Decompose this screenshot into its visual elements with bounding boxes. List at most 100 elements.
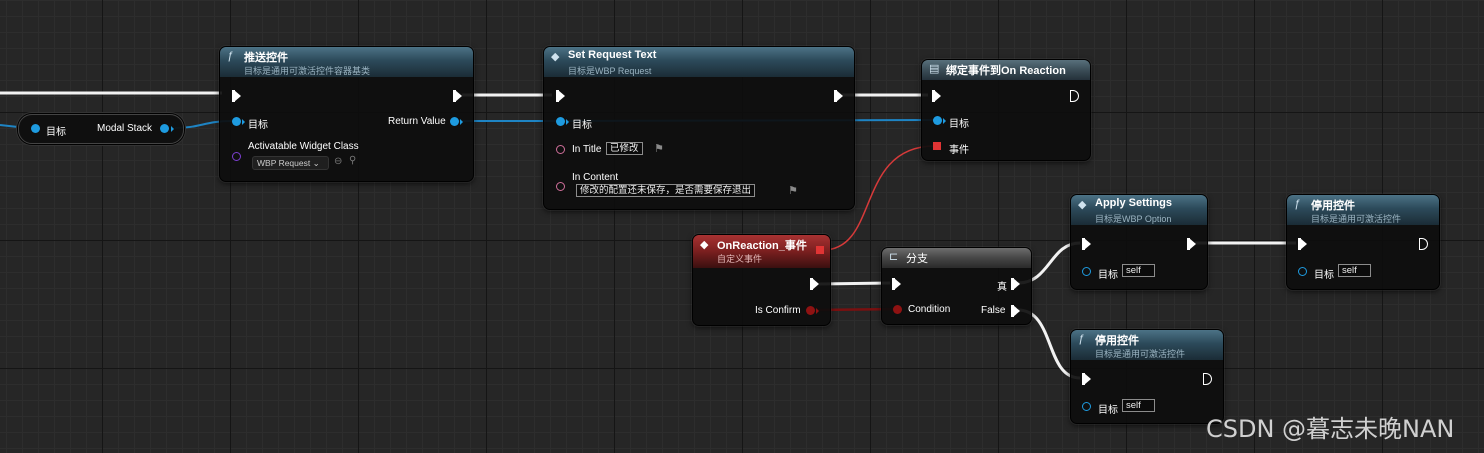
watermark: CSDN @暮志未晚NAN [1206,415,1455,443]
set-request-text-node[interactable]: ◆ Set Request Text 目标是WBP Request 目标 In … [543,46,855,210]
node-header: ⊏ 分支 [882,248,1031,268]
node-title: Apply Settings [1095,197,1173,209]
target-label: 目标 [46,127,66,138]
target-input-pin[interactable] [556,117,565,126]
return-value-output-pin[interactable] [450,117,459,126]
target-input-pin[interactable] [1082,402,1091,411]
target-label: 目标 [1098,270,1118,281]
condition-label: Condition [908,304,951,315]
node-subtitle: 目标是WBP Request [568,66,652,76]
in-title-field[interactable]: 已修改 [606,142,643,155]
target-label: 目标 [572,120,592,131]
branch-icon: ⊏ [889,251,899,263]
function-icon: ƒ [227,50,234,62]
function-icon: ƒ [1078,333,1085,345]
target-input-pin[interactable] [232,117,241,126]
event-dispatcher-icon: ▤ [929,63,940,75]
node-title: 推送控件 [244,52,288,64]
exec-input-pin[interactable] [556,90,565,102]
is-confirm-output-pin[interactable] [806,306,815,315]
exec-output-pin[interactable] [1070,90,1079,102]
deactivate-widget-node-bottom[interactable]: ƒ 停用控件 目标是通用可激活控件 目标 self [1070,329,1224,424]
condition-input-pin[interactable] [893,305,902,314]
exec-input-pin[interactable] [1082,238,1091,250]
target-label: 目标 [1314,270,1334,281]
function-icon: ƒ [1294,198,1301,210]
node-header: ▤ 绑定事件到On Reaction [922,60,1090,80]
exec-output-pin[interactable] [810,278,819,290]
exec-output-pin[interactable] [453,90,462,102]
in-content-field[interactable]: 修改的配置还未保存，是否需要保存退出 [576,184,756,197]
exec-output-pin[interactable] [1187,238,1196,250]
false-label: False [981,305,1006,316]
widget-class-dropdown[interactable]: WBP Request ⌄ [252,156,329,170]
is-confirm-label: Is Confirm [755,305,801,316]
target-input-pin[interactable] [31,124,40,133]
node-subtitle: 目标是通用可激活控件 [1311,214,1402,224]
node-title: Set Request Text [568,49,657,61]
flag-icon[interactable]: ⚑ [788,184,798,197]
node-header: ƒ 停用控件 目标是通用可激活控件 [1287,195,1439,225]
class-input-pin[interactable] [232,152,241,161]
event-input-pin[interactable] [933,142,941,150]
node-header: ◆ Set Request Text 目标是WBP Request [544,47,854,77]
true-exec-output-pin[interactable] [1011,278,1020,290]
exec-output-pin[interactable] [1203,373,1212,385]
false-exec-output-pin[interactable] [1011,305,1020,317]
branch-node[interactable]: ⊏ 分支 真 Condition False [881,247,1032,325]
self-field[interactable]: self [1122,399,1155,412]
pin-arrow [171,126,174,132]
target-input-pin[interactable] [933,116,942,125]
in-title-input-pin[interactable] [556,145,565,154]
node-title: OnReaction_事件 [717,240,807,252]
deactivate-widget-node-top[interactable]: ƒ 停用控件 目标是通用可激活控件 目标 self [1286,194,1440,290]
target-input-pin[interactable] [1298,267,1307,276]
custom-event-node[interactable]: ◆ OnReaction_事件 自定义事件 Is Confirm [692,234,831,326]
pin-arrow [943,118,946,124]
node-title: 绑定事件到On Reaction [946,65,1066,77]
message-icon: ◆ [1078,199,1087,211]
node-subtitle: 目标是通用可激活控件 [1095,349,1186,359]
node-title: 停用控件 [1311,200,1355,212]
exec-output-pin[interactable] [1419,238,1428,250]
delegate-output-pin[interactable] [816,246,824,254]
widget-class-value: WBP Request [257,158,311,168]
event-icon: ◆ [700,239,709,251]
node-subtitle: 目标是WBP Option [1095,214,1172,224]
exec-input-pin[interactable] [932,90,941,102]
node-header: ◆ OnReaction_事件 自定义事件 [693,235,830,268]
true-label: 真 [997,282,1007,293]
pin-arrow [566,119,569,125]
modal-stack-getter-node[interactable]: 目标 Modal Stack [18,114,184,144]
node-header: ƒ 停用控件 目标是通用可激活控件 [1071,330,1223,360]
target-input-pin[interactable] [1082,267,1091,276]
node-header: ◆ Apply Settings 目标是WBP Option [1071,195,1207,225]
search-icon[interactable]: ⚲ [349,155,356,166]
flag-icon[interactable]: ⚑ [654,142,664,155]
exec-input-pin[interactable] [892,278,901,290]
target-label: 目标 [949,119,969,130]
message-icon: ◆ [551,51,560,63]
self-field[interactable]: self [1338,264,1371,277]
modal-stack-output-pin[interactable] [160,124,169,133]
target-label: 目标 [1098,405,1118,416]
in-title-label: In Title [572,144,602,155]
pin-arrow [460,119,463,125]
pin-arrow [816,308,819,314]
exec-output-pin[interactable] [834,90,843,102]
return-value-label: Return Value [388,116,446,127]
use-selected-icon[interactable]: ⊖ [334,156,342,167]
exec-input-pin[interactable] [1298,238,1307,250]
exec-input-pin[interactable] [1082,373,1091,385]
in-content-label: In Content [572,172,619,183]
bind-event-node[interactable]: ▤ 绑定事件到On Reaction 目标 事件 [921,59,1091,161]
in-content-input-pin[interactable] [556,182,565,191]
exec-input-pin[interactable] [232,90,241,102]
event-label: 事件 [949,145,969,156]
push-widget-node[interactable]: ƒ 推送控件 目标是通用可激活控件容器基类 目标 Return Value Ac… [219,46,474,182]
node-title: 停用控件 [1095,335,1139,347]
node-title: 分支 [906,253,928,265]
apply-settings-node[interactable]: ◆ Apply Settings 目标是WBP Option 目标 self [1070,194,1208,290]
widget-class-label: Activatable Widget Class [248,141,359,152]
self-field[interactable]: self [1122,264,1155,277]
